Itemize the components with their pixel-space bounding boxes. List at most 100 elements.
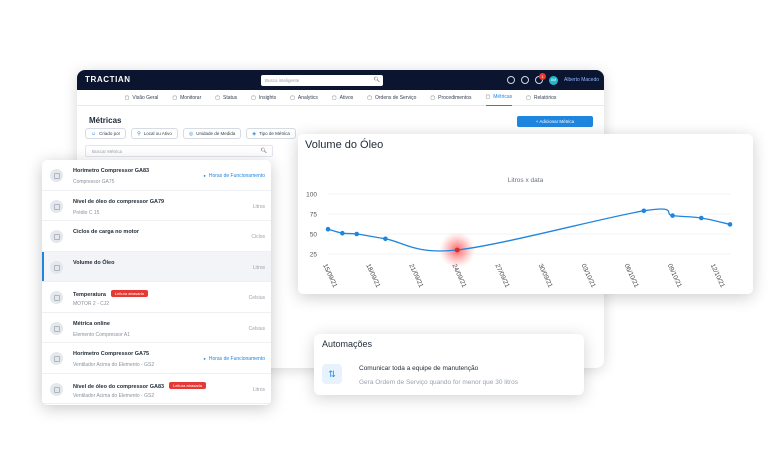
- x-tick-label: 12/10/21: [709, 263, 726, 289]
- metric-search-placeholder: Buscar Métrica: [92, 149, 123, 154]
- filter-chip[interactable]: ☺ Criado por: [85, 128, 127, 139]
- list-item-title: Horímetro Compressor GA83: [73, 168, 149, 174]
- series-line: [327, 208, 731, 252]
- list-item-unit: Celsius: [248, 295, 265, 301]
- user-name[interactable]: Alberto Macedo: [564, 77, 599, 83]
- list-item-title-text: Ciclos de carga no motor: [73, 229, 140, 235]
- nav-item-label: Relatórios: [533, 94, 557, 101]
- avatar[interactable]: AM: [549, 75, 558, 85]
- x-tick-label: 15/09/21: [321, 263, 338, 289]
- nav-item[interactable]: ▢ Ordens de Serviço: [367, 90, 416, 106]
- nav-item-label: Monitorar: [180, 94, 202, 101]
- nav-item[interactable]: ▢ Insights: [251, 90, 276, 106]
- list-item-title: Nível de óleo do compressor GA79: [73, 199, 164, 205]
- list-item[interactable]: Métrica online Elemento Compressor A1 Cels…: [42, 313, 271, 343]
- list-item-subtitle: Ventilador Acima do Elemento - GS2: [73, 392, 155, 399]
- list-item-title-text: Nível de óleo do compressor GA83: [73, 383, 165, 390]
- metric-icon: [50, 199, 63, 213]
- nav-item[interactable]: ▢ Status: [215, 90, 237, 106]
- nav-item-label: Analytics: [297, 94, 318, 101]
- filter-chip[interactable]: ◈ Tipo de Métrica: [246, 128, 296, 139]
- top-icons: 1 AM Alberto Macedo: [507, 73, 599, 86]
- active-indicator: [42, 251, 44, 281]
- nav-item-label: Visão Geral: [132, 94, 159, 101]
- filter-bar: ☺ Criado por ⚲ Local ou Ativo ◎ Unidade de Me…: [85, 128, 296, 139]
- metrics-icon: ▢: [485, 94, 491, 100]
- x-tick-label: 18/09/21: [364, 263, 381, 289]
- nav-item[interactable]: ▢ Visão Geral: [125, 90, 159, 106]
- automation-item-title[interactable]: Comunicar toda a equipe de manutenção: [359, 365, 478, 372]
- list-item[interactable]: Temperatura Leitura atrasada MOTOR 2 - CJ2…: [42, 282, 271, 313]
- add-metric-button[interactable]: + Adicionar Métrica: [517, 116, 593, 127]
- list-item[interactable]: Nível de óleo do compressor GA83 Leitura …: [42, 374, 271, 404]
- list-item-unit: Litros: [252, 203, 265, 210]
- metric-icon: [50, 169, 63, 182]
- list-item[interactable]: Horímetro Compressor GA83 Compressor GA75…: [42, 160, 271, 191]
- list-item-unit[interactable]: Horas de Funcionamento: [203, 356, 265, 362]
- list-item[interactable]: Volume do Óleo Litros: [42, 251, 271, 282]
- metric-icon: [50, 321, 63, 335]
- data-point: [340, 230, 345, 236]
- list-item-subtitle: Prédio C 15: [73, 209, 100, 216]
- filter-chip-label: Local ou Ativo: [143, 131, 172, 136]
- list-item-unit: Litros: [252, 264, 265, 271]
- automation-item-subtitle: Gera Ordem de Serviço quando for menor q…: [359, 379, 518, 386]
- list-item[interactable]: Nível de óleo do compressor GA79 Prédio C…: [42, 191, 271, 221]
- search-icon: 🔍︎: [373, 77, 380, 83]
- data-point: [383, 236, 388, 242]
- list-item-title-text: Volume do Óleo: [73, 259, 115, 266]
- data-point: [670, 213, 675, 218]
- list-item-subtitle: MOTOR 2 - CJ2: [73, 301, 110, 307]
- nav-item[interactable]: ▢ Ativos: [332, 90, 353, 106]
- list-item[interactable]: Ciclos de carga no motor Ciclos: [42, 221, 271, 252]
- list-item-title: Nível de óleo do compressor GA83 Leitura …: [73, 381, 207, 390]
- y-tick-label: 75: [310, 212, 318, 219]
- line-chart: 10075502515/09/21 18/09/21 21/09/21 24/09/2…: [306, 192, 733, 289]
- list-item-subtitle: Elemento Compressor A1: [73, 331, 130, 338]
- analytics-icon: ▢: [290, 94, 295, 101]
- list-item-subtitle: Ventilador Acima do Elemento - GS2: [73, 362, 155, 368]
- help-icon[interactable]: [521, 76, 529, 84]
- list-item-unit: Ciclos: [251, 234, 265, 240]
- x-tick-label: 30/09/21: [537, 263, 554, 289]
- list-item-subtitle: Compressor GA75: [73, 179, 115, 185]
- search-icon: 🔍︎: [260, 148, 267, 154]
- list-item-unit[interactable]: Horas de Funcionamento: [203, 173, 265, 179]
- nav-item[interactable]: ▢ Métricas: [485, 90, 513, 106]
- page-title: Métricas: [89, 116, 122, 125]
- unit-icon: ◎: [188, 130, 194, 137]
- filter-chip[interactable]: ◎ Unidade de Medida: [182, 128, 242, 139]
- list-item[interactable]: Horímetro Compressor GA75 Ventilador Acim…: [42, 343, 271, 374]
- list-item-title-text: Temperatura: [73, 292, 106, 298]
- list-item-unit: Celsius: [248, 325, 265, 332]
- user-icon: ☺: [91, 130, 97, 137]
- nav-item[interactable]: ▢ Relatórios: [526, 90, 556, 106]
- assets-icon: ▢: [331, 94, 337, 101]
- status-badge: Leitura atrasada: [110, 290, 148, 297]
- metric-type-icon: ◈: [252, 130, 257, 137]
- metric-search-input[interactable]: Buscar Métrica 🔍︎: [85, 145, 273, 157]
- x-tick-label: 03/10/21: [580, 263, 597, 289]
- chart-card: Volume do Óleo Litros x data 100 75 50 25 15…: [298, 134, 753, 294]
- graduation-icon[interactable]: [507, 76, 515, 84]
- nav-item[interactable]: ▢ Procedimentos: [430, 90, 471, 106]
- data-point: [354, 231, 360, 237]
- global-search-input[interactable]: Busca inteligente 🔍︎: [261, 75, 383, 86]
- nav-item[interactable]: ▢ Monitorar: [172, 90, 201, 106]
- filter-chip-label: Unidade de Medida: [196, 131, 236, 136]
- list-item-title: Ciclos de carga no motor: [73, 229, 139, 235]
- notification-badge: 1: [539, 73, 546, 80]
- nav-item-label: Ordens de Serviço: [374, 94, 417, 101]
- filter-chip[interactable]: ⚲ Local ou Ativo: [131, 128, 178, 139]
- nav-item-label: Status: [222, 94, 238, 101]
- work-order-icon: ▢: [367, 94, 372, 101]
- logo[interactable]: TRACTIAN: [85, 75, 131, 84]
- bell-icon[interactable]: 1: [535, 73, 546, 84]
- data-point: [727, 222, 733, 227]
- metric-icon: [50, 382, 63, 396]
- status-badge: Leitura atrasada: [169, 381, 207, 389]
- list-item-title: Temperatura Leitura atrasada: [73, 290, 148, 298]
- nav-item[interactable]: ▢ Analytics: [290, 90, 318, 106]
- highlighted-data-point: [454, 247, 460, 253]
- list-icon: ▢: [430, 94, 436, 101]
